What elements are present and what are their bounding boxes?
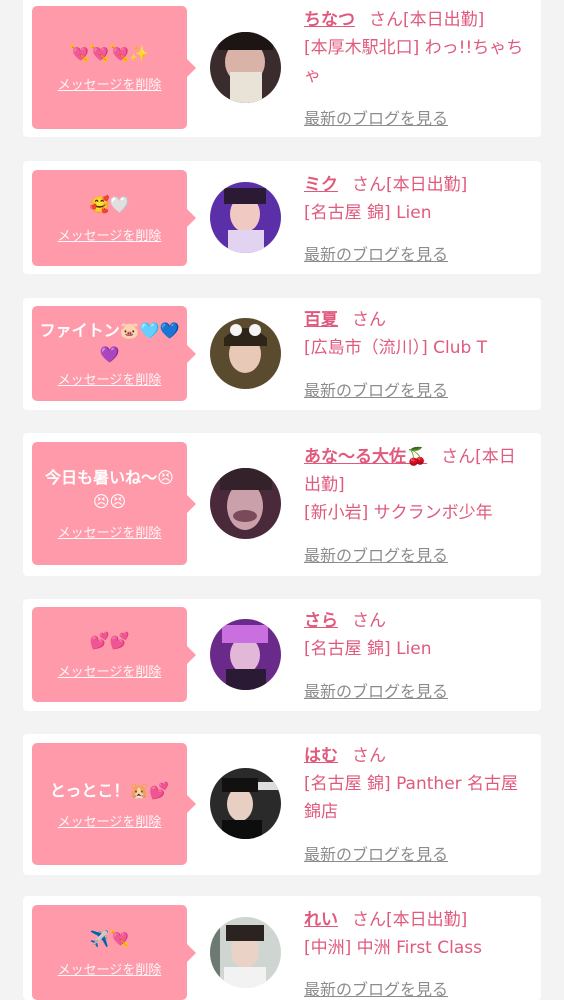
shop-name: [広島市（流川）] Club T — [304, 338, 488, 358]
avatar[interactable] — [210, 182, 281, 253]
shop-name: [名古屋 錦] Panther 名古屋錦店 — [304, 774, 519, 822]
cast-info: ミク さん[本日出勤] [名古屋 錦] Lien — [304, 171, 532, 227]
delete-message-link[interactable]: メッセージを削除 — [58, 369, 162, 388]
honorific: さん — [352, 310, 386, 330]
honorific: さん — [352, 611, 386, 631]
avatar[interactable] — [210, 468, 281, 539]
avatar[interactable] — [210, 768, 281, 839]
message-text: 今日も暑いね〜😣😣😣 — [45, 468, 174, 511]
message-text: 🥰🤍 — [89, 194, 130, 214]
status-badge: [本日出勤] — [386, 175, 468, 195]
message-bubble: ファイトン🐷🩵💙💜 メッセージを削除 — [32, 306, 196, 401]
message-text: ファイトン🐷🩵💙💜 — [39, 321, 180, 364]
delete-message-link[interactable]: メッセージを削除 — [58, 959, 162, 978]
latest-blog-link[interactable]: 最新のブログを見る — [304, 377, 448, 401]
message-text: 💘💘💘✨ — [69, 44, 150, 63]
cast-name-link[interactable]: 百夏 — [304, 310, 338, 330]
shop-name: [新小岩] サクランボ少年 — [304, 503, 493, 523]
avatar[interactable] — [210, 32, 281, 103]
message-text: ✈️💘 — [89, 929, 130, 948]
list-item: 💘💘💘✨ メッセージを削除 ちなつ さん[本日出勤] [本厚木駅北口] わっ!!ち… — [23, 0, 541, 137]
message-bubble: 🥰🤍 メッセージを削除 — [32, 170, 196, 266]
list-item: ✈️💘 メッセージを削除 れい さん[本日出勤] [中洲] 中洲 First Cl… — [23, 896, 541, 1000]
cast-name-link[interactable]: あな〜る大佐🍒 — [304, 447, 427, 467]
message-bubble: 💕💕 メッセージを削除 — [32, 607, 196, 702]
message-text: とっとこ！🐹💕 — [49, 780, 170, 800]
cast-name-link[interactable]: さら — [304, 611, 338, 631]
cast-name-link[interactable]: ちなつ — [304, 10, 355, 30]
latest-blog-link[interactable]: 最新のブログを見る — [304, 841, 448, 865]
cast-info: ちなつ さん[本日出勤] [本厚木駅北口] わっ!!ちゃちゃ — [304, 6, 532, 90]
avatar[interactable] — [210, 619, 281, 690]
cast-info: あな〜る大佐🍒 さん[本日出勤] [新小岩] サクランボ少年 — [304, 443, 532, 527]
honorific: さん — [441, 447, 476, 467]
shop-name: [名古屋 錦] Lien — [304, 203, 432, 223]
status-badge: [本日出勤] — [386, 910, 468, 930]
honorific: さん — [352, 175, 386, 195]
avatar[interactable] — [210, 318, 281, 389]
delete-message-link[interactable]: メッセージを削除 — [58, 225, 162, 244]
message-text: 💕💕 — [89, 631, 130, 650]
shop-name: [中洲] 中洲 First Class — [304, 938, 482, 958]
list-item: 今日も暑いね〜😣😣😣 メッセージを削除 あな〜る大佐🍒 さん[本日出勤] [新小岩… — [23, 433, 541, 576]
message-bubble: 今日も暑いね〜😣😣😣 メッセージを削除 — [32, 442, 196, 565]
message-bubble: 💘💘💘✨ メッセージを削除 — [32, 6, 196, 129]
message-bubble: とっとこ！🐹💕 メッセージを削除 — [32, 743, 196, 865]
latest-blog-link[interactable]: 最新のブログを見る — [304, 105, 448, 129]
message-bubble: ✈️💘 メッセージを削除 — [32, 905, 196, 1000]
honorific: さん — [352, 910, 386, 930]
delete-message-link[interactable]: メッセージを削除 — [58, 811, 162, 830]
list-item: とっとこ！🐹💕 メッセージを削除 はむ さん [名古屋 錦] Panther 名古… — [23, 734, 541, 875]
list-item: ファイトン🐷🩵💙💜 メッセージを削除 百夏 さん [広島市（流川）] Club T… — [23, 298, 541, 410]
cast-name-link[interactable]: れい — [304, 910, 338, 930]
cast-info: れい さん[本日出勤] [中洲] 中洲 First Class — [304, 906, 532, 962]
delete-message-link[interactable]: メッセージを削除 — [58, 661, 162, 680]
delete-message-link[interactable]: メッセージを削除 — [58, 522, 162, 541]
honorific: さん — [369, 10, 403, 30]
message-list: 💘💘💘✨ メッセージを削除 ちなつ さん[本日出勤] [本厚木駅北口] わっ!!ち… — [0, 0, 564, 1000]
latest-blog-link[interactable]: 最新のブログを見る — [304, 976, 448, 1000]
shop-name: [名古屋 錦] Lien — [304, 639, 432, 659]
list-item: 💕💕 メッセージを削除 さら さん [名古屋 錦] Lien 最新のブログを見る — [23, 599, 541, 711]
avatar[interactable] — [210, 917, 281, 988]
list-item: 🥰🤍 メッセージを削除 ミク さん[本日出勤] [名古屋 錦] Lien 最新のブ… — [23, 161, 541, 274]
cast-info: はむ さん [名古屋 錦] Panther 名古屋錦店 — [304, 742, 532, 826]
delete-message-link[interactable]: メッセージを削除 — [58, 74, 162, 93]
latest-blog-link[interactable]: 最新のブログを見る — [304, 542, 448, 566]
shop-name: [本厚木駅北口] わっ!!ちゃちゃ — [304, 38, 524, 86]
cast-name-link[interactable]: ミク — [304, 175, 338, 195]
status-badge: [本日出勤] — [403, 10, 485, 30]
cast-info: さら さん [名古屋 錦] Lien — [304, 607, 532, 663]
cast-info: 百夏 さん [広島市（流川）] Club T — [304, 306, 532, 362]
cast-name-link[interactable]: はむ — [304, 746, 338, 766]
latest-blog-link[interactable]: 最新のブログを見る — [304, 241, 448, 265]
honorific: さん — [352, 746, 386, 766]
latest-blog-link[interactable]: 最新のブログを見る — [304, 678, 448, 702]
